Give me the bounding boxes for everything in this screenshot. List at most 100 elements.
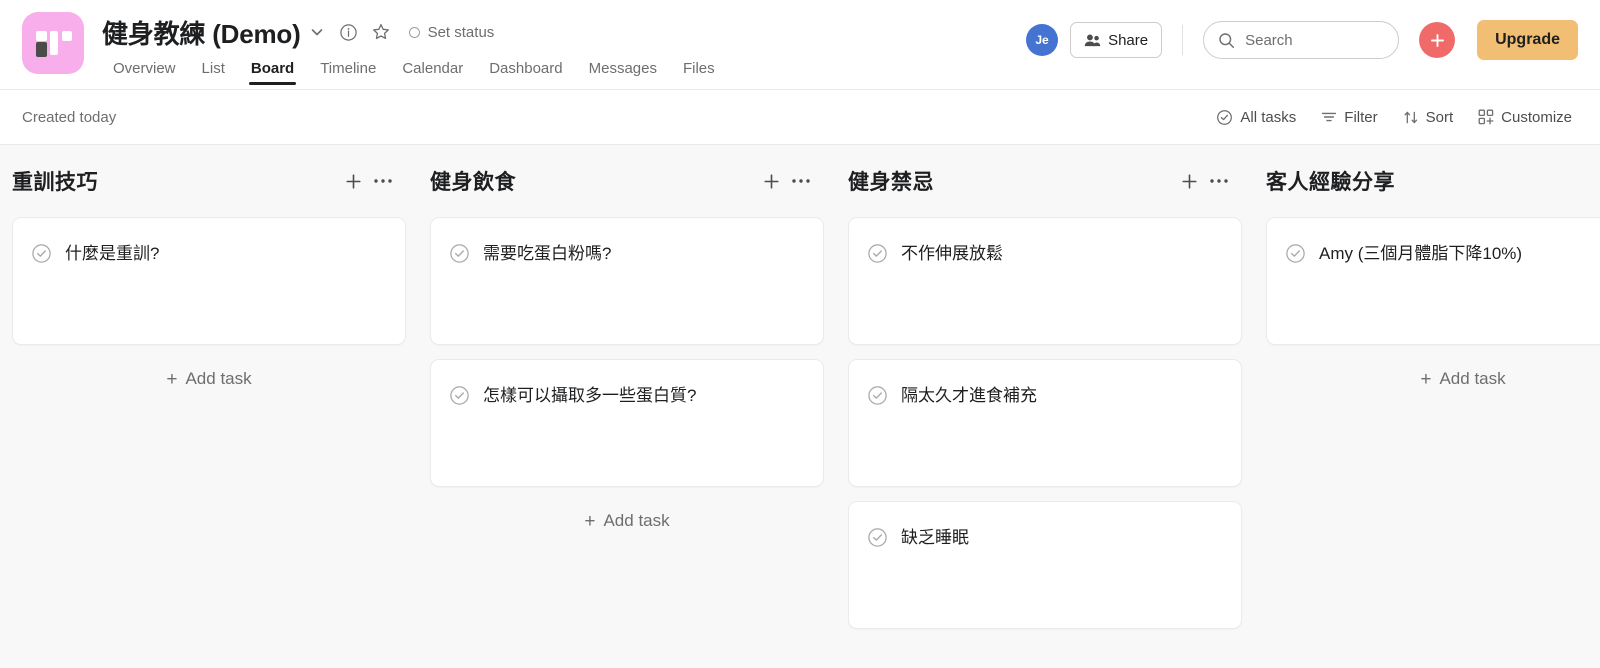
column-header: 健身飲食	[430, 145, 824, 217]
column-header: 健身禁忌	[848, 145, 1242, 217]
toolbar-actions: All tasks Filter Sort Customize	[1206, 103, 1582, 132]
add-task-to-column-icon[interactable]	[338, 166, 368, 196]
board-canvas: 重訓技巧 什麼是重訓? + Add task 健身飲食 需要吃蛋白粉嗎? 怎樣可…	[0, 145, 1600, 668]
filter-label: Filter	[1344, 108, 1378, 126]
app-header: 健身教練 (Demo) Set status Overview List Boa…	[0, 0, 1600, 90]
view-tabs: Overview List Board Timeline Calendar Da…	[100, 56, 728, 87]
page-title: 健身教練 (Demo)	[102, 18, 301, 49]
add-task-button[interactable]: + Add task	[1266, 359, 1600, 399]
add-task-to-column-icon[interactable]	[1174, 166, 1204, 196]
filter-icon	[1321, 110, 1337, 124]
complete-task-icon[interactable]	[867, 243, 888, 264]
complete-task-icon[interactable]	[449, 243, 470, 264]
column-title: 重訓技巧	[12, 171, 98, 194]
chevron-down-icon[interactable]	[301, 16, 333, 48]
add-task-button[interactable]: + Add task	[430, 501, 824, 541]
task-card[interactable]: 怎樣可以攝取多一些蛋白質?	[430, 359, 824, 487]
task-title: 什麼是重訓?	[65, 244, 160, 263]
project-icon-bar	[36, 42, 47, 57]
column-title: 健身飲食	[430, 171, 516, 194]
tab-list[interactable]: List	[189, 56, 238, 87]
title-row: 健身教練 (Demo) Set status	[102, 10, 728, 54]
task-card[interactable]: Amy (三個月體脂下降10%)	[1266, 217, 1600, 345]
task-card[interactable]: 什麼是重訓?	[12, 217, 406, 345]
tab-dashboard[interactable]: Dashboard	[476, 56, 575, 87]
task-card[interactable]: 不作伸展放鬆	[848, 217, 1242, 345]
task-card[interactable]: 隔太久才進食補充	[848, 359, 1242, 487]
tab-messages[interactable]: Messages	[576, 56, 670, 87]
people-icon	[1084, 33, 1101, 48]
search-icon	[1218, 32, 1235, 49]
board-project-icon[interactable]	[22, 12, 84, 74]
title-block: 健身教練 (Demo) Set status Overview List Boa…	[102, 10, 728, 87]
plus-icon: +	[1420, 368, 1432, 390]
project-icon-bar	[62, 31, 72, 41]
tab-calendar[interactable]: Calendar	[389, 56, 476, 87]
search-placeholder: Search	[1245, 31, 1293, 49]
task-card[interactable]: 需要吃蛋白粉嗎?	[430, 217, 824, 345]
task-title: 缺乏睡眠	[901, 528, 969, 547]
filter-button[interactable]: Filter	[1311, 103, 1387, 132]
task-title: 需要吃蛋白粉嗎?	[483, 244, 612, 263]
created-text: Created today	[22, 108, 117, 126]
status-dot-icon	[408, 26, 420, 38]
project-icon-bar	[50, 31, 58, 55]
add-task-to-column-icon[interactable]	[756, 166, 786, 196]
create-button[interactable]	[1419, 22, 1456, 58]
tab-board[interactable]: Board	[238, 56, 307, 87]
sub-toolbar: Created today All tasks Filter Sort Cust…	[0, 90, 1600, 145]
add-task-label: Add task	[603, 511, 670, 530]
avatar[interactable]: Je	[1026, 24, 1059, 56]
task-title: 怎樣可以攝取多一些蛋白質?	[483, 386, 697, 405]
star-outline-icon[interactable]	[365, 16, 397, 48]
board-column: 重訓技巧 什麼是重訓? + Add task	[0, 145, 418, 399]
add-task-label: Add task	[185, 369, 252, 388]
plus-icon: +	[584, 510, 596, 532]
complete-task-icon[interactable]	[1285, 243, 1306, 264]
tab-files[interactable]: Files	[670, 56, 728, 87]
header-divider	[1182, 25, 1184, 55]
sort-label: Sort	[1425, 108, 1454, 126]
task-title: 不作伸展放鬆	[901, 244, 1003, 263]
task-title: Amy (三個月體脂下降10%)	[1319, 244, 1523, 263]
customize-grid-icon	[1478, 109, 1494, 125]
add-task-button[interactable]: + Add task	[12, 359, 406, 399]
complete-task-icon[interactable]	[867, 385, 888, 406]
column-menu-icon[interactable]	[368, 166, 398, 196]
tab-timeline[interactable]: Timeline	[307, 56, 389, 87]
info-circle-icon[interactable]	[333, 16, 365, 48]
task-card[interactable]: 缺乏睡眠	[848, 501, 1242, 629]
header-right: Je Share Search Upgrade	[1026, 20, 1578, 60]
tab-overview[interactable]: Overview	[100, 56, 189, 87]
column-header: 客人經驗分享	[1266, 145, 1600, 217]
column-menu-icon[interactable]	[786, 166, 816, 196]
customize-button[interactable]: Customize	[1468, 103, 1582, 132]
share-button[interactable]: Share	[1070, 22, 1163, 58]
column-menu-icon[interactable]	[1204, 166, 1234, 196]
task-title: 隔太久才進食補充	[901, 386, 1037, 405]
search-input[interactable]: Search	[1203, 21, 1400, 59]
board-column: 健身飲食 需要吃蛋白粉嗎? 怎樣可以攝取多一些蛋白質? + Add task	[418, 145, 836, 541]
set-status-button[interactable]: Set status	[403, 20, 501, 45]
sort-button[interactable]: Sort	[1393, 103, 1464, 132]
add-task-label: Add task	[1439, 369, 1506, 388]
header-left: 健身教練 (Demo) Set status Overview List Boa…	[0, 0, 728, 87]
project-icon-bar	[36, 31, 47, 41]
upgrade-button[interactable]: Upgrade	[1477, 20, 1578, 60]
sort-arrows-icon	[1403, 110, 1419, 125]
set-status-label: Set status	[427, 23, 495, 41]
board-column: 健身禁忌 不作伸展放鬆 隔太久才進食補充 缺乏睡眠	[836, 145, 1254, 643]
complete-task-icon[interactable]	[449, 385, 470, 406]
all-tasks-button[interactable]: All tasks	[1206, 103, 1306, 132]
customize-label: Customize	[1501, 108, 1572, 126]
complete-task-icon[interactable]	[31, 243, 52, 264]
complete-task-icon[interactable]	[867, 527, 888, 548]
share-label: Share	[1108, 31, 1149, 49]
all-tasks-label: All tasks	[1240, 108, 1297, 126]
plus-icon: +	[166, 368, 178, 390]
board-column: 客人經驗分享 Amy (三個月體脂下降10%) + Add task	[1254, 145, 1600, 399]
column-header: 重訓技巧	[12, 145, 406, 217]
column-title: 客人經驗分享	[1266, 171, 1395, 194]
column-title: 健身禁忌	[848, 171, 934, 194]
check-circle-icon	[1216, 109, 1233, 126]
